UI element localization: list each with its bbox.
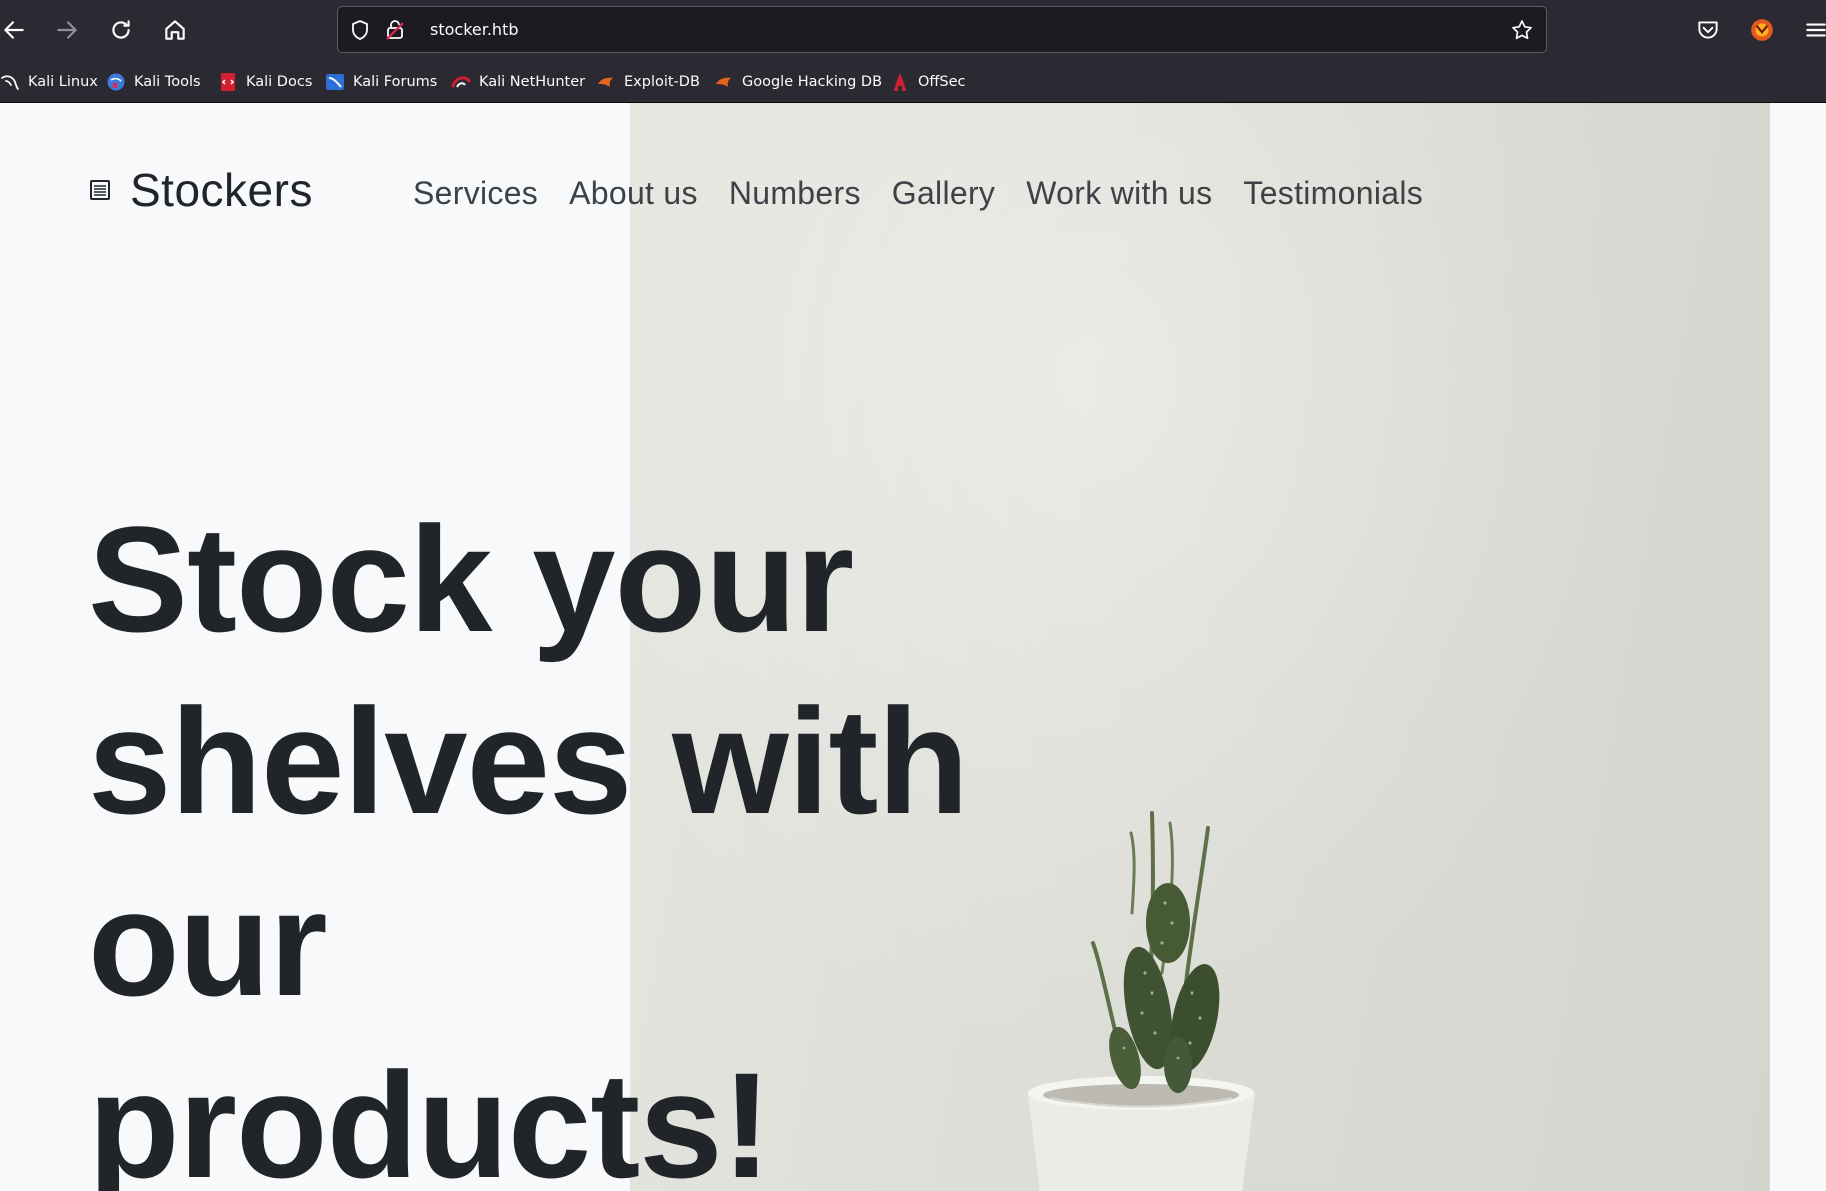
forward-icon [57,21,77,39]
bookmark-offsec[interactable]: OffSec [890,69,966,95]
bookmark-kali-forums[interactable]: Kali Forums [325,69,437,95]
pocket-button[interactable] [1686,8,1730,52]
hero-title: Stock your shelves with our products! [88,488,1088,1191]
home-button[interactable] [153,8,197,52]
nav-link-about-us[interactable]: About us [569,175,698,212]
kali-forums-icon [325,72,345,92]
back-button[interactable] [0,8,36,52]
nav-link-testimonials[interactable]: Testimonials [1243,175,1423,212]
account-icon [1751,19,1773,41]
bookmark-kali-nethunter[interactable]: Kali NetHunter [451,69,585,95]
brand[interactable]: Stockers [88,163,313,217]
bookmark-label: OffSec [918,74,966,90]
offsec-icon [890,72,910,92]
ghdb-icon [714,72,734,92]
web-page: Stockers Services About us Numbers Galle… [0,103,1826,1191]
kali-docs-icon [218,72,238,92]
newspaper-icon [88,178,112,202]
bookmark-label: Kali Forums [353,74,438,90]
nav-link-numbers[interactable]: Numbers [729,175,861,212]
hero-line: Stock your [88,495,854,663]
brand-name: Stockers [130,164,313,216]
kali-nethunter-icon [451,72,471,92]
kali-dragon-icon [0,72,20,92]
account-button[interactable] [1740,8,1784,52]
bookmark-google-hacking-db[interactable]: Google Hacking DB [714,69,882,95]
nav-link-gallery[interactable]: Gallery [892,175,995,212]
browser-toolbar: stocker.htb [0,0,1826,60]
hero-line: products! [88,1041,772,1191]
kali-tools-icon [106,72,126,92]
exploit-db-icon [596,72,616,92]
pocket-icon [1698,21,1718,39]
bookmark-kali-linux[interactable]: Kali Linux [0,69,98,95]
forward-button[interactable] [45,8,89,52]
home-icon [165,20,185,40]
bookmark-label: Kali Docs [246,74,313,90]
bookmark-label: Kali NetHunter [479,74,586,90]
bookmark-label: Exploit-DB [624,74,700,90]
main-nav: Services About us Numbers Gallery Work w… [413,175,1423,212]
reload-icon [112,20,130,39]
lock-icon[interactable] [381,16,409,44]
nav-link-work-with-us[interactable]: Work with us [1026,175,1212,212]
reload-button[interactable] [99,8,143,52]
menu-icon [1806,23,1826,37]
hero-line: our [88,859,328,1027]
shield-icon[interactable] [346,16,374,44]
bookmarks-bar: Kali Linux Kali Tools Kali Docs Kali For… [0,60,1826,103]
url-text[interactable]: stocker.htb [430,20,519,39]
app-menu-button[interactable] [1794,8,1826,52]
back-icon [4,21,24,39]
bookmark-label: Google Hacking DB [742,74,883,90]
star-icon[interactable] [1508,16,1536,44]
nav-link-services[interactable]: Services [413,175,538,212]
bookmark-kali-tools[interactable]: Kali Tools [106,69,201,95]
hero-line: shelves with [88,677,969,845]
url-bar[interactable]: stocker.htb [337,6,1547,53]
bookmark-label: Kali Tools [134,74,201,90]
bookmark-kali-docs[interactable]: Kali Docs [218,69,312,95]
bookmark-exploit-db[interactable]: Exploit-DB [596,69,700,95]
bookmark-label: Kali Linux [28,74,98,90]
